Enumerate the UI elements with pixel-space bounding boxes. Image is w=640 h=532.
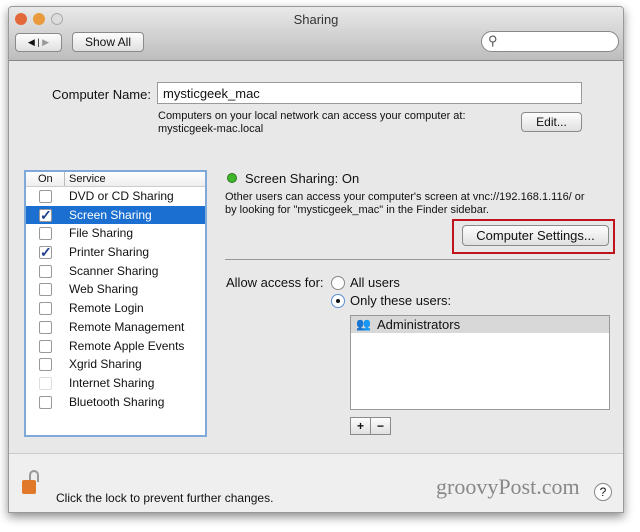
computer-name-field[interactable]: mysticgeek_mac xyxy=(157,82,582,104)
users-list: 👥 Administrators xyxy=(350,315,610,410)
services-list: On Service DVD or CD Sharing ✓ Screen Shar… xyxy=(24,170,207,437)
window-title: Sharing xyxy=(293,12,339,27)
service-row[interactable]: Remote Login xyxy=(26,299,205,318)
service-checkbox[interactable] xyxy=(39,376,52,390)
service-row[interactable]: Bluetooth Sharing xyxy=(26,393,205,412)
edit-button[interactable]: Edit... xyxy=(521,112,582,132)
computer-name-label: Computer Name: xyxy=(52,87,151,102)
service-description: Other users can access your computer's s… xyxy=(225,191,585,217)
watermark: groovyPost.com xyxy=(436,474,580,499)
service-row[interactable]: Remote Management xyxy=(26,318,205,337)
service-checkbox[interactable]: ✓ xyxy=(39,208,52,222)
footer: Click the lock to prevent further change… xyxy=(9,453,623,512)
forward-arrow-icon[interactable]: ▶ xyxy=(42,37,49,47)
list-item[interactable]: 👥 Administrators xyxy=(351,316,609,333)
back-arrow-icon[interactable]: ◀ xyxy=(28,37,35,47)
search-input[interactable]: ⚲ xyxy=(481,31,619,52)
back-forward-control[interactable]: ◀ | ▶ xyxy=(15,33,62,52)
toolbar: Sharing ◀ | ▶ Show All ⚲ xyxy=(9,7,623,61)
service-row[interactable]: Web Sharing xyxy=(26,280,205,299)
service-label: Bluetooth Sharing xyxy=(69,394,165,409)
remove-user-button[interactable]: − xyxy=(370,417,391,435)
service-label: Remote Management xyxy=(69,319,185,334)
group-icon: 👥 xyxy=(356,317,371,331)
service-checkbox[interactable] xyxy=(39,227,52,241)
allow-access-label: Allow access for: xyxy=(226,275,324,290)
column-on[interactable]: On xyxy=(38,173,53,185)
service-row[interactable]: Remote Apple Events xyxy=(26,337,205,356)
lock-icon[interactable] xyxy=(22,470,40,496)
description-line: Other users can access your computer's s… xyxy=(225,191,585,203)
service-label: Internet Sharing xyxy=(69,375,155,390)
computer-settings-button[interactable]: Computer Settings... xyxy=(462,225,609,246)
description-line: by looking for "mysticgeek_mac" in the F… xyxy=(225,204,489,216)
service-row[interactable]: ✓ Printer Sharing xyxy=(26,243,205,262)
service-label: Xgrid Sharing xyxy=(69,357,142,372)
service-checkbox[interactable] xyxy=(39,190,52,203)
user-name: Administrators xyxy=(377,317,461,332)
service-label: Printer Sharing xyxy=(69,245,150,260)
service-checkbox[interactable] xyxy=(39,320,52,334)
all-users-radio[interactable] xyxy=(331,276,345,290)
service-checkbox[interactable] xyxy=(39,302,52,316)
lock-text: Click the lock to prevent further change… xyxy=(56,491,274,505)
divider xyxy=(225,259,610,260)
service-label: Web Sharing xyxy=(69,282,139,297)
service-checkbox[interactable] xyxy=(39,283,52,297)
service-label: Remote Apple Events xyxy=(69,338,185,353)
only-these-users-radio[interactable] xyxy=(331,294,345,308)
search-icon: ⚲ xyxy=(488,33,498,48)
service-checkbox[interactable]: ✓ xyxy=(39,245,52,260)
all-users-label[interactable]: All users xyxy=(350,275,400,290)
network-info: Computers on your local network can acce… xyxy=(158,110,466,136)
show-all-button[interactable]: Show All xyxy=(72,32,144,52)
list-header: On Service xyxy=(26,172,205,187)
service-label: Scanner Sharing xyxy=(69,263,159,278)
service-row[interactable]: Internet Sharing xyxy=(26,374,205,393)
service-row[interactable]: Scanner Sharing xyxy=(26,262,205,281)
service-row[interactable]: File Sharing xyxy=(26,224,205,243)
service-row[interactable]: ✓ Screen Sharing xyxy=(26,205,205,225)
service-label: Screen Sharing xyxy=(69,207,152,222)
service-row[interactable]: DVD or CD Sharing xyxy=(26,187,205,206)
only-these-users-label[interactable]: Only these users: xyxy=(350,293,451,308)
add-user-button[interactable]: + xyxy=(350,417,371,435)
service-checkbox[interactable] xyxy=(39,339,52,353)
service-checkbox[interactable] xyxy=(39,264,52,278)
service-status: Screen Sharing: On xyxy=(245,171,360,186)
service-checkbox[interactable] xyxy=(39,358,52,372)
column-service[interactable]: Service xyxy=(69,173,106,185)
service-label: File Sharing xyxy=(69,226,134,241)
local-hostname: mysticgeek-mac.local xyxy=(158,123,264,135)
service-checkbox[interactable] xyxy=(39,395,52,409)
sharing-window: Sharing ◀ | ▶ Show All ⚲ Computer Name: … xyxy=(8,6,624,513)
service-row[interactable]: Xgrid Sharing xyxy=(26,355,205,374)
network-info-line: Computers on your local network can acce… xyxy=(158,110,466,122)
service-label: DVD or CD Sharing xyxy=(69,189,174,203)
help-button[interactable]: ? xyxy=(594,483,612,501)
status-indicator-icon xyxy=(227,173,237,183)
service-label: Remote Login xyxy=(69,301,144,316)
